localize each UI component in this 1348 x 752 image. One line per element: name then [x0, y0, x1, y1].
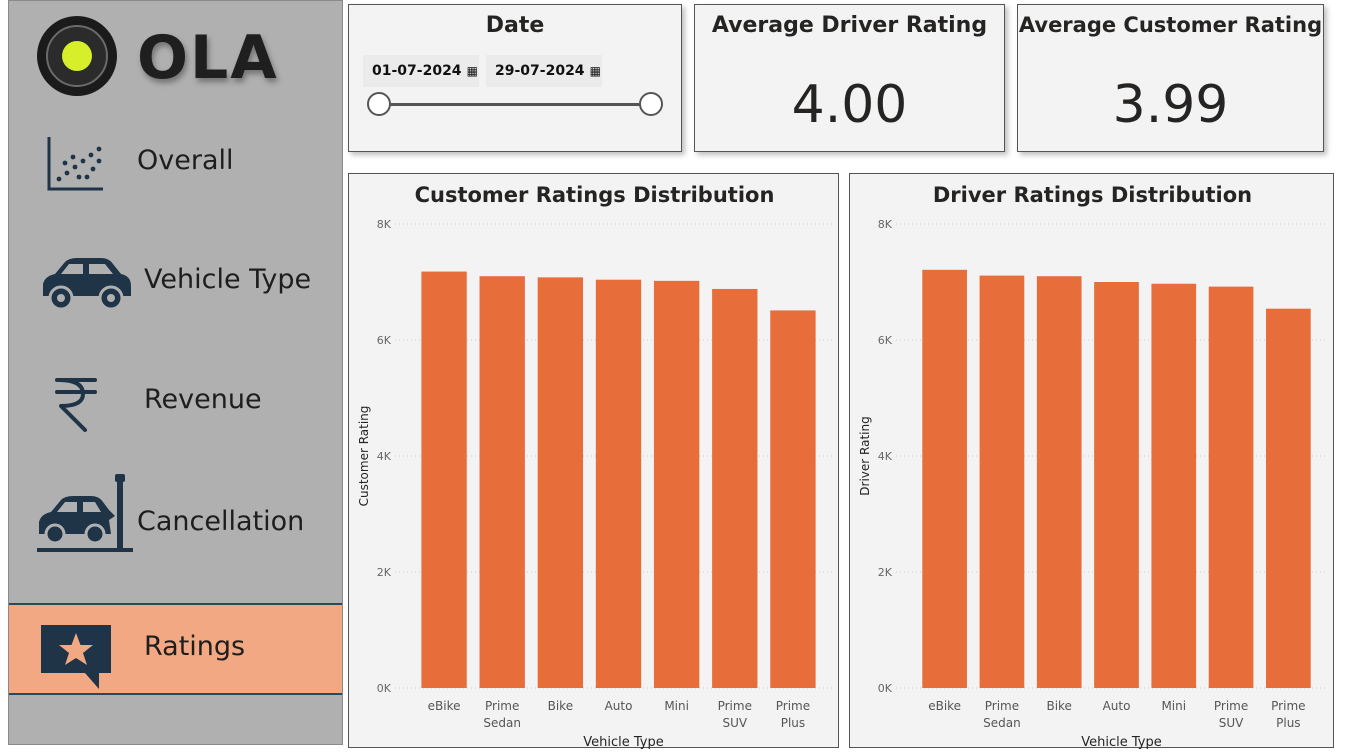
nav-label-vehicle-type: Vehicle Type	[144, 264, 312, 295]
nav-item-vehicle-type[interactable]: Vehicle Type	[9, 226, 342, 336]
x-tick-label: Sedan	[483, 716, 521, 730]
y-tick-label: 0K	[377, 682, 392, 695]
bar-prime-plus[interactable]	[1266, 308, 1311, 688]
avg-customer-rating-title: Average Customer Rating	[1018, 13, 1323, 37]
rupee-icon	[55, 378, 97, 432]
scatter-chart-icon	[47, 137, 103, 191]
start-date-value: 01-07-2024	[372, 63, 462, 79]
x-tick-label: Prime	[1271, 699, 1305, 713]
driver-ratings-chart-svg: Driver Ratings Distribution 0K 2K 4K 6K 8K eBi…	[858, 183, 1327, 749]
x-tick-label: SUV	[1219, 716, 1244, 730]
y-tick-label: 0K	[878, 682, 893, 695]
x-tick-label: Prime	[1214, 699, 1248, 713]
date-range-end-handle[interactable]	[639, 92, 663, 116]
y-axis-label: Customer Rating	[357, 406, 371, 507]
x-tick-label: Auto	[1103, 699, 1131, 713]
nav-item-revenue[interactable]: Revenue	[9, 346, 342, 456]
calendar-icon[interactable]: ▦	[590, 64, 601, 78]
avg-customer-rating-value: 3.99	[1112, 75, 1229, 135]
bar-bike[interactable]	[537, 277, 584, 688]
sidebar: OLA Overall Vehicle Type Revenue Cancell…	[8, 0, 343, 745]
nav-item-ratings[interactable]: Ratings	[9, 603, 342, 695]
x-tick-label: eBike	[428, 699, 461, 713]
x-axis-label: Vehicle Type	[583, 735, 663, 749]
bar-auto[interactable]	[595, 279, 642, 688]
bar-auto[interactable]	[1094, 282, 1139, 688]
driver-ratings-chart: Driver Ratings Distribution 0K 2K 4K 6K 8K eBi…	[849, 173, 1334, 749]
y-tick-label: 8K	[878, 218, 893, 231]
x-tick-label: Auto	[605, 699, 633, 713]
y-tick-label: 6K	[878, 334, 893, 347]
customer-ratings-chart-svg: Customer Ratings Distribution 0K 2K 4K 6K 8K e…	[357, 183, 832, 749]
y-tick-label: 8K	[377, 218, 392, 231]
bar-prime-plus[interactable]	[770, 310, 816, 688]
bar-prime-suv[interactable]	[1208, 286, 1254, 688]
chart-title: Driver Ratings Distribution	[933, 183, 1252, 207]
bar-bike[interactable]	[1036, 276, 1082, 688]
bar-ebike[interactable]	[421, 271, 467, 688]
bar-mini[interactable]	[653, 280, 700, 688]
bar-ebike[interactable]	[922, 269, 967, 688]
ola-logo: OLA	[35, 13, 285, 103]
x-tick-label: Prime	[485, 699, 519, 713]
bar-prime-suv[interactable]	[712, 288, 758, 688]
end-date-value: 29-07-2024	[495, 63, 585, 79]
avg-customer-rating-card: Average Customer Rating 3.99	[1017, 4, 1324, 152]
x-axis-label: Vehicle Type	[1081, 735, 1161, 749]
nav-item-cancellation[interactable]: Cancellation	[9, 468, 342, 578]
x-tick-label: Bike	[1046, 699, 1071, 713]
avg-driver-rating-value: 4.00	[791, 75, 908, 135]
x-tick-label: Prime	[718, 699, 752, 713]
y-tick-label: 4K	[878, 450, 893, 463]
y-tick-label: 6K	[377, 334, 392, 347]
ola-logo-icon	[37, 16, 117, 96]
x-tick-label: Mini	[1161, 699, 1186, 713]
nav-item-overall[interactable]: Overall	[9, 111, 342, 221]
nav-label-cancellation: Cancellation	[137, 506, 305, 537]
calendar-icon[interactable]: ▦	[467, 64, 478, 78]
start-date-input[interactable]: 01-07-2024 ▦	[363, 55, 479, 87]
y-tick-label: 2K	[878, 566, 893, 579]
x-tick-label: Mini	[664, 699, 689, 713]
end-date-input[interactable]: 29-07-2024 ▦	[486, 55, 602, 87]
bar-prime-sedan[interactable]	[979, 275, 1025, 688]
x-tick-label: Bike	[548, 699, 573, 713]
nav-label-overall: Overall	[137, 145, 234, 176]
x-tick-label: Sedan	[983, 716, 1021, 730]
avg-driver-rating-title: Average Driver Rating	[711, 13, 988, 38]
y-tick-label: 4K	[377, 450, 392, 463]
date-range-start-handle[interactable]	[367, 92, 391, 116]
x-tick-label: eBike	[928, 699, 961, 713]
y-tick-label: 2K	[377, 566, 392, 579]
x-tick-label: Plus	[781, 716, 805, 730]
car-icon	[43, 258, 131, 311]
star-chat-icon	[41, 625, 111, 689]
brand-name: OLA	[137, 23, 279, 93]
x-tick-label: Prime	[776, 699, 810, 713]
x-tick-label: SUV	[722, 716, 747, 730]
x-tick-label: Plus	[1276, 716, 1300, 730]
sidebar-footer	[9, 696, 342, 744]
bar-mini[interactable]	[1151, 283, 1197, 688]
nav-label-revenue: Revenue	[144, 384, 262, 415]
y-axis-label: Driver Rating	[858, 416, 872, 495]
nav-label-ratings: Ratings	[144, 631, 246, 662]
date-filter-title: Date	[485, 13, 545, 38]
chart-title: Customer Ratings Distribution	[415, 183, 775, 207]
x-tick-label: Prime	[985, 699, 1019, 713]
date-filter-card: Date 01-07-2024 ▦ 29-07-2024 ▦	[348, 4, 682, 152]
customer-ratings-chart: Customer Ratings Distribution 0K 2K 4K 6K 8K e…	[348, 173, 839, 749]
avg-driver-rating-card: Average Driver Rating 4.00	[694, 4, 1005, 152]
car-crash-icon	[37, 474, 133, 552]
bar-prime-sedan[interactable]	[479, 276, 525, 688]
date-range-slider-track[interactable]	[379, 103, 651, 106]
